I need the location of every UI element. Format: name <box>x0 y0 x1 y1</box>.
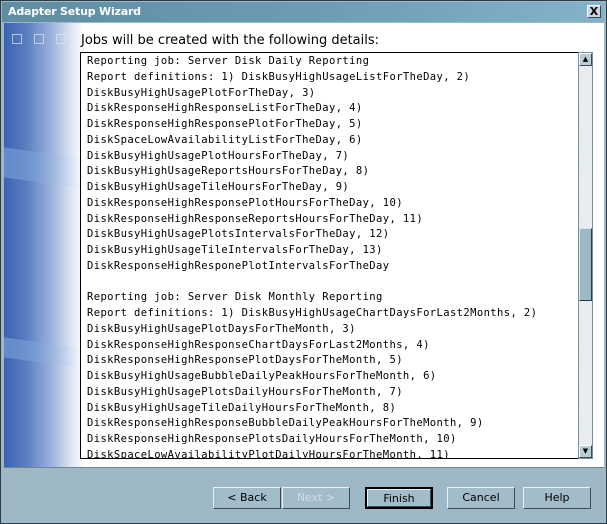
scroll-up-button[interactable]: ▲ <box>579 53 592 66</box>
step-indicator-icon <box>12 34 22 44</box>
arrow-down-icon: ▼ <box>582 447 589 455</box>
details-line: DiskResponseHighResponseChartDaysForLast… <box>87 338 430 351</box>
details-line: Reporting job: Server Disk Daily Reporti… <box>87 55 370 67</box>
back-button[interactable]: < Back <box>213 487 281 509</box>
details-line: DiskSpaceLowAvailabilityListForTheDay, 6… <box>87 133 363 146</box>
details-line: Report definitions: 1) DiskBusyHighUsage… <box>87 307 538 319</box>
details-line: DiskBusyHighUsagePlotHoursForTheDay, 7) <box>87 149 350 162</box>
details-line: DiskResponseHighResponsePlotsDailyHoursF… <box>87 433 457 445</box>
details-line: DiskResponseHighResponsePlotForTheDay, 5… <box>87 118 363 130</box>
details-line: DiskResponseHighResponsePlotHoursForTheD… <box>87 196 403 209</box>
details-line: DiskBusyHighUsageBubbleDailyPeakHoursFor… <box>87 370 437 382</box>
scrollbar-thumb[interactable] <box>579 228 592 301</box>
details-line: DiskBusyHighUsagePlotsDailyHoursForTheMo… <box>87 385 403 398</box>
details-line: DiskResponseHighResponePlotIntervalsForT… <box>87 259 390 272</box>
wizard-sidebar-banner <box>4 23 84 467</box>
details-line: DiskResponseHighResponseReportsHoursForT… <box>87 212 424 225</box>
vertical-scrollbar[interactable]: ▲ ▼ <box>578 52 593 459</box>
wizard-content: Jobs will be created with the following … <box>4 23 604 467</box>
arrow-up-icon: ▲ <box>582 55 589 63</box>
details-line: DiskBusyHighUsageReportsHoursForTheDay, … <box>87 165 370 178</box>
details-line: DiskBusyHighUsagePlotsIntervalsForTheDay… <box>87 228 390 241</box>
wizard-window: Adapter Setup Wizard X Jobs will be crea… <box>0 0 607 524</box>
title-bar: Adapter Setup Wizard X <box>2 2 605 22</box>
window-title: Adapter Setup Wizard <box>8 5 141 18</box>
help-button[interactable]: Help <box>523 487 591 509</box>
details-line: DiskBusyHighUsageTileDailyHoursForTheMon… <box>87 401 397 414</box>
details-line: DiskBusyHighUsagePlotDaysForTheMonth, 3) <box>87 322 356 335</box>
close-button[interactable]: X <box>587 5 601 18</box>
details-line: DiskBusyHighUsagePlotForTheDay, 3) <box>87 86 316 99</box>
close-icon: X <box>589 5 599 18</box>
page-heading: Jobs will be created with the following … <box>81 33 380 48</box>
footer-divider <box>4 467 604 468</box>
details-line: DiskBusyHighUsageTileIntervalsForTheDay,… <box>87 244 383 256</box>
details-line: Report definitions: 1) DiskBusyHighUsage… <box>87 70 471 83</box>
details-line: DiskResponseHighResponsePlotDaysForTheMo… <box>87 354 403 367</box>
step-indicator-icon <box>56 34 66 44</box>
scroll-down-button[interactable]: ▼ <box>579 445 592 458</box>
details-line: DiskResponseHighResponseListForTheDay, 4… <box>87 102 363 115</box>
details-line <box>87 275 537 291</box>
step-indicator-icon <box>34 34 44 44</box>
details-lines: Reporting job: Server Disk Daily Reporti… <box>87 54 538 459</box>
finish-button[interactable]: Finish <box>365 487 433 509</box>
next-button[interactable]: Next > <box>282 487 350 509</box>
details-line: Reporting job: Server Disk Monthly Repor… <box>87 291 383 304</box>
details-line: DiskSpaceLowAvailabilityPlotDailyHoursFo… <box>87 448 450 459</box>
details-line: DiskBusyHighUsageTileHoursForTheDay, 9) <box>87 181 350 193</box>
details-line: DiskResponseHighResponseBubbleDailyPeakH… <box>87 417 484 430</box>
cancel-button[interactable]: Cancel <box>447 487 515 509</box>
details-textarea[interactable]: Reporting job: Server Disk Daily Reporti… <box>80 52 592 459</box>
